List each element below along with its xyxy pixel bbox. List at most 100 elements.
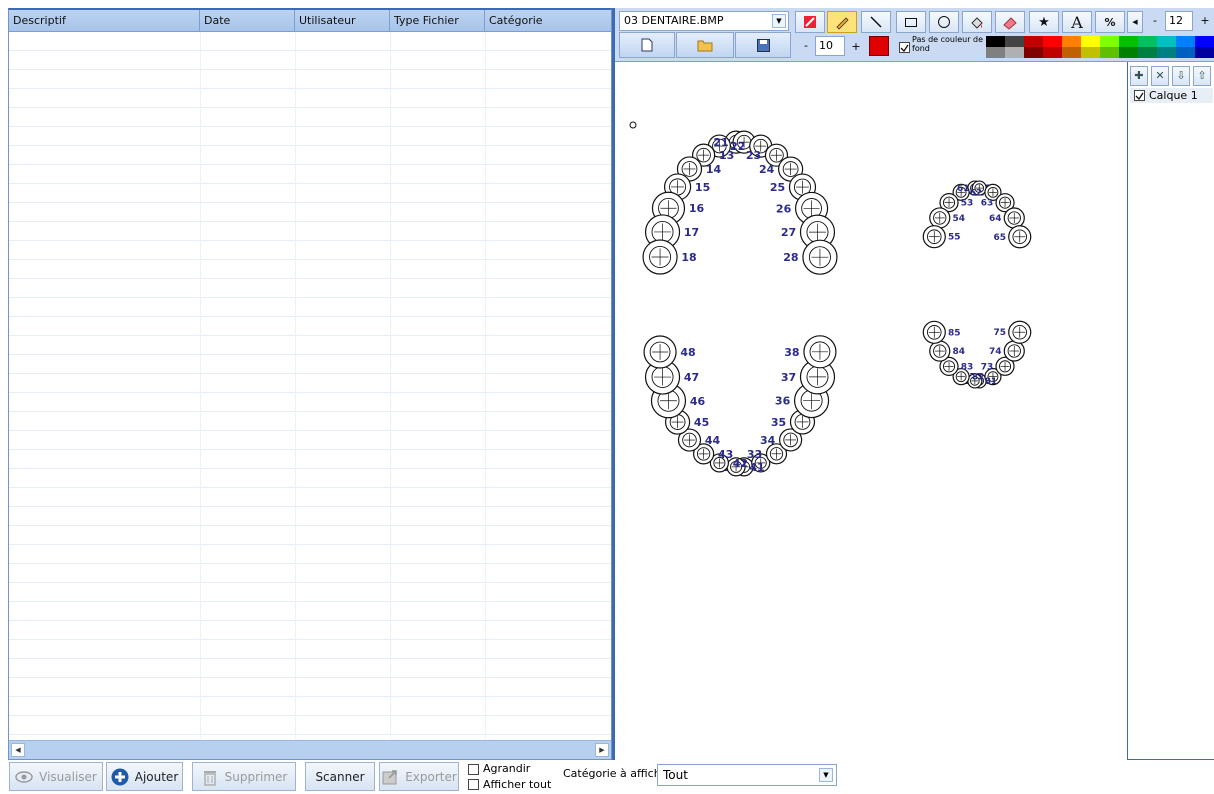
palette-color-swatch[interactable] [1024,47,1043,58]
table-row[interactable] [9,507,611,526]
palette-color-swatch[interactable] [1062,47,1081,58]
table-row[interactable] [9,393,611,412]
table-row[interactable] [9,564,611,583]
column-categorie[interactable]: Catégorie [485,10,611,32]
table-row[interactable] [9,241,611,260]
layer-visible-checkbox[interactable] [1134,90,1145,101]
open-file-button[interactable] [676,32,734,58]
table-body[interactable] [9,32,611,740]
table-row[interactable] [9,621,611,640]
agrandir-checkbox[interactable] [468,764,479,775]
afficher-tout-checkbox[interactable] [468,779,479,790]
star-tool[interactable]: ★ [1029,11,1059,33]
table-row[interactable] [9,32,611,51]
table-row[interactable] [9,222,611,241]
column-date[interactable]: Date [200,10,295,32]
palette-color-swatch[interactable] [1195,47,1214,58]
table-row[interactable] [9,336,611,355]
tooth-84[interactable]: 84 [929,340,965,362]
table-row[interactable] [9,488,611,507]
table-row[interactable] [9,583,611,602]
line-tool[interactable] [861,11,891,33]
palette-color-swatch[interactable] [1157,47,1176,58]
font-size-increase[interactable]: + [1198,11,1212,31]
palette-color-swatch[interactable] [1157,36,1176,47]
tooth-75[interactable]: 75 [993,320,1032,344]
column-type-fichier[interactable]: Type Fichier [390,10,485,32]
table-row[interactable] [9,146,611,165]
table-row[interactable] [9,298,611,317]
add-layer-button[interactable]: ✚ [1130,66,1148,86]
exporter-button[interactable]: Exporter [379,762,459,791]
palette-color-swatch[interactable] [1043,36,1062,47]
table-row[interactable] [9,431,611,450]
table-row[interactable] [9,317,611,336]
table-row[interactable] [9,659,611,678]
move-layer-down-button[interactable]: ⇩ [1172,66,1190,86]
table-row[interactable] [9,165,611,184]
table-row[interactable] [9,108,611,127]
percent-tool[interactable]: % [1095,11,1125,33]
pen-size-increase[interactable]: + [849,37,863,57]
scroll-right-icon[interactable]: ▶ [595,743,609,757]
column-descriptif[interactable]: Descriptif [9,10,200,32]
palette-color-swatch[interactable] [986,36,1005,47]
tooth-65[interactable]: 65 [993,225,1032,249]
tooth-55[interactable]: 55 [922,225,961,249]
palette-color-swatch[interactable] [1043,47,1062,58]
palette-color-swatch[interactable] [1024,36,1043,47]
palette-color-swatch[interactable] [1119,36,1138,47]
palette-color-swatch[interactable] [1176,47,1195,58]
tooth-48[interactable]: 48 [643,335,696,369]
new-file-button[interactable] [619,32,675,58]
table-row[interactable] [9,697,611,716]
current-color-swatch[interactable] [869,36,889,56]
dropdown-arrow-icon[interactable]: ▼ [819,768,833,782]
palette-color-swatch[interactable] [1138,47,1157,58]
table-row[interactable] [9,716,611,735]
palette-color-swatch[interactable] [1119,47,1138,58]
visualiser-button[interactable]: Visualiser [9,762,103,791]
color-palette[interactable] [986,36,1214,58]
rectangle-tool[interactable] [896,11,926,33]
drawing-canvas[interactable]: 1112131415161718212223242526272831323334… [615,62,1127,760]
table-row[interactable] [9,678,611,697]
palette-color-swatch[interactable] [1005,36,1024,47]
table-row[interactable] [9,279,611,298]
table-row[interactable] [9,374,611,393]
tooth-38[interactable]: 38 [784,335,837,369]
palette-color-swatch[interactable] [986,47,1005,58]
no-fill-checkbox[interactable] [899,42,910,53]
scroll-tools-left[interactable]: ◀ [1127,11,1143,33]
palette-color-swatch[interactable] [1100,47,1119,58]
palette-color-swatch[interactable] [1195,36,1214,47]
layer-item[interactable]: Calque 1 [1130,88,1213,103]
pen-size-field[interactable]: 10 [815,36,845,56]
table-row[interactable] [9,260,611,279]
table-row[interactable] [9,51,611,70]
column-utilisateur[interactable]: Utilisateur [295,10,390,32]
table-row[interactable] [9,355,611,374]
dental-chart-image[interactable]: 1112131415161718212223242526272831323334… [615,62,1127,760]
table-row[interactable] [9,127,611,146]
table-row[interactable] [9,184,611,203]
palette-color-swatch[interactable] [1005,47,1024,58]
table-row[interactable] [9,545,611,564]
table-row[interactable] [9,412,611,431]
table-row[interactable] [9,203,611,222]
palette-color-swatch[interactable] [1176,36,1195,47]
pencil-tool[interactable] [827,11,857,33]
font-size-field[interactable]: 12 [1165,11,1193,31]
table-row[interactable] [9,602,611,621]
supprimer-button[interactable]: Supprimer [192,762,296,791]
text-tool[interactable]: A [1062,11,1092,33]
table-row[interactable] [9,89,611,108]
table-row[interactable] [9,526,611,545]
horizontal-scrollbar[interactable]: ◀ ▶ [9,740,611,759]
move-layer-up-button[interactable]: ⇧ [1193,66,1211,86]
ajouter-button[interactable]: Ajouter [106,762,183,791]
eraser-tool[interactable] [995,11,1025,33]
table-row[interactable] [9,640,611,659]
scroll-left-icon[interactable]: ◀ [11,743,25,757]
scanner-button[interactable]: Scanner [305,762,375,791]
